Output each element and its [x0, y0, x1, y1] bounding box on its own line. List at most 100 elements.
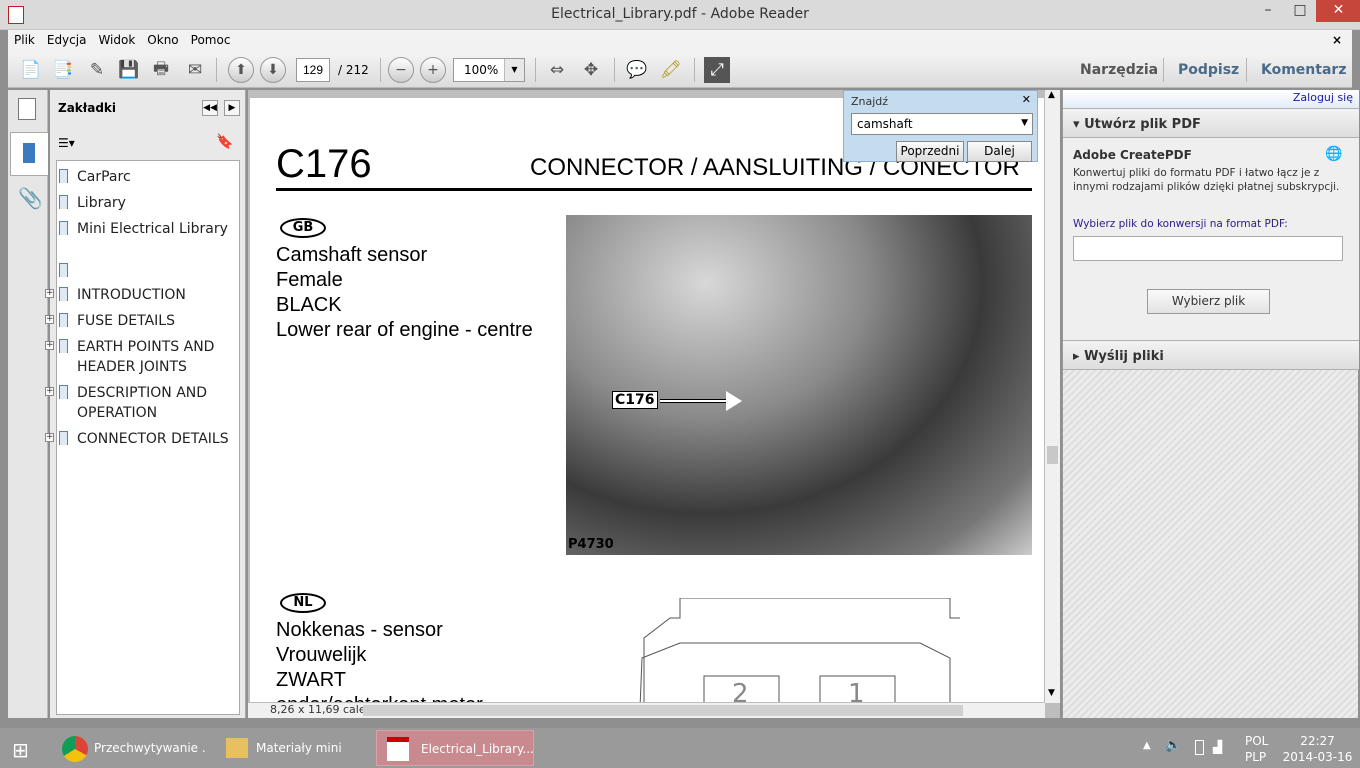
toolbar: 📄 📑 ✎ 💾 🖶 ✉ ⬆ ⬇ / 212 − + 100%▼ ⇔ ✥ 💬 🖍 …	[8, 52, 1352, 88]
bookmark-item[interactable]: + CONNECTOR DETAILS	[45, 429, 237, 449]
expand-icon[interactable]: +	[45, 341, 54, 350]
fit-width-icon[interactable]: ✥	[578, 57, 604, 83]
open-icon[interactable]: 📄	[18, 57, 44, 83]
chevron-down-icon[interactable]: ▼	[1021, 118, 1028, 128]
bookmark-item[interactable]: + EARTH POINTS AND HEADER JOINTS	[45, 337, 237, 377]
find-close-icon[interactable]: ✕	[1022, 93, 1031, 106]
print-icon[interactable]: 🖶	[148, 57, 174, 83]
sign-link[interactable]: Podpisz	[1178, 62, 1239, 78]
hide-panel-icon[interactable]: ▶	[224, 100, 240, 116]
scroll-thumb[interactable]	[1047, 446, 1058, 464]
page-size: 8,26 x 11,69 cale	[270, 703, 366, 716]
page-number-input[interactable]	[296, 58, 330, 82]
menu-okno[interactable]: Okno	[141, 30, 184, 50]
bookmark-item[interactable]: CarParc	[59, 167, 237, 187]
login-link[interactable]: Zaloguj się	[1063, 90, 1359, 110]
clock[interactable]: 22:27 2014-03-16	[1280, 733, 1355, 765]
attachments-icon[interactable]: 📎	[18, 186, 43, 210]
bookmark-item[interactable]: + INTRODUCTION	[45, 285, 237, 305]
choose-label: Wybierz plik do konwersji na format PDF:	[1073, 218, 1288, 230]
bookmarks-tree: CarParc Library Mini Electrical Library …	[45, 160, 240, 715]
send-files-header[interactable]: ▸ Wyślij pliki	[1063, 340, 1359, 370]
close-button[interactable]: ✕	[1316, 0, 1360, 22]
save-icon[interactable]: 💾	[116, 57, 142, 83]
fit-page-icon[interactable]: ⇔	[544, 57, 570, 83]
create-pdf-header[interactable]: ▾ Utwórz plik PDF	[1063, 108, 1359, 138]
menu-widok[interactable]: Widok	[92, 30, 141, 50]
previous-page-icon[interactable]: ⬆	[228, 57, 254, 83]
choose-file-button[interactable]: Wybierz plik	[1147, 289, 1270, 314]
show-hidden-icons[interactable]: ▲	[1143, 740, 1151, 751]
page-total: / 212	[338, 63, 369, 77]
minimize-button[interactable]: –	[1252, 0, 1284, 22]
bookmark-icon	[59, 195, 68, 209]
create-pdf-icon[interactable]: 📑	[50, 57, 76, 83]
find-previous-button[interactable]: Poprzedni	[896, 141, 964, 162]
edit-icon[interactable]: ✎	[84, 57, 110, 83]
volume-icon[interactable]: 🔈	[1165, 738, 1181, 753]
taskbar-adobe-reader[interactable]: Electrical_Library....	[376, 730, 534, 766]
zoom-select[interactable]: 100% ▼	[453, 58, 525, 82]
network-icon[interactable]: ▟	[1213, 740, 1222, 754]
highlight-text-icon[interactable]: 🖍	[658, 57, 684, 83]
expand-icon[interactable]: +	[45, 289, 54, 298]
chevron-down-icon[interactable]: ▼	[504, 59, 524, 81]
photo-reference: P4730	[568, 537, 614, 552]
scroll-down-icon[interactable]: ▼	[1048, 688, 1055, 698]
options-menu-icon[interactable]: ☰▾	[58, 136, 75, 150]
bookmark-icon	[59, 339, 68, 353]
file-input[interactable]	[1073, 236, 1343, 261]
menu-plik[interactable]: Plik	[8, 30, 41, 50]
taskbar-chrome[interactable]: Przechwytywanie ...	[56, 730, 206, 766]
fullscreen-icon[interactable]: ⤢	[704, 57, 730, 83]
pdf-page: C176 CONNECTOR / AANSLUITING / CONECTOR …	[250, 98, 1044, 702]
status-bar: 8,26 x 11,69 cale	[248, 703, 1045, 718]
tools-link[interactable]: Narzędzia	[1080, 62, 1158, 78]
service-name: Adobe CreatePDF	[1073, 148, 1192, 162]
battery-icon[interactable]	[1195, 740, 1204, 755]
find-next-button[interactable]: Dalej	[967, 141, 1032, 162]
photo-callout: C176	[612, 391, 658, 409]
document-area: C176 CONNECTOR / AANSLUITING / CONECTOR …	[248, 90, 1060, 718]
comment-link[interactable]: Komentarz	[1261, 62, 1346, 78]
menu-pomoc[interactable]: Pomoc	[185, 30, 237, 50]
chrome-icon	[62, 736, 88, 762]
heading-rule	[276, 188, 1032, 191]
expand-icon[interactable]: +	[45, 315, 54, 324]
comment-icon[interactable]: 💬	[624, 57, 650, 83]
start-windows-icon[interactable]: ⊞	[12, 738, 29, 762]
email-icon[interactable]: ✉	[182, 57, 208, 83]
bookmark-icon	[59, 287, 68, 301]
vertical-scrollbar[interactable]: ▲ ▼	[1045, 90, 1060, 703]
horizontal-scrollbar[interactable]	[363, 705, 963, 716]
zoom-value: 100%	[464, 63, 499, 77]
next-page-icon[interactable]: ⬇	[260, 57, 286, 83]
expand-icon[interactable]: +	[45, 433, 54, 442]
bookmarks-panel: Zakładki ◀◀ ▶ ☰▾ 🔖 CarParc Library Mini …	[45, 90, 246, 718]
expand-icon[interactable]: +	[45, 387, 54, 396]
scroll-up-icon[interactable]: ▲	[1048, 90, 1055, 100]
zoom-in-icon[interactable]: +	[420, 57, 446, 83]
menu-edycja[interactable]: Edycja	[41, 30, 93, 50]
bookmarks-tab[interactable]	[10, 132, 48, 176]
bookmark-item[interactable]: Mini Electrical Library	[59, 219, 237, 239]
pdf-icon	[387, 737, 409, 761]
bookmark-item[interactable]: + FUSE DETAILS	[45, 311, 237, 331]
nl-badge: NL	[280, 593, 326, 613]
bookmark-item[interactable]: Library	[59, 193, 237, 213]
maximize-button[interactable]: □	[1284, 0, 1316, 22]
language-indicator[interactable]: POL PLP	[1245, 733, 1268, 765]
gb-text: Camshaft sensor Female BLACK Lower rear of …	[276, 244, 533, 341]
pages-icon[interactable]	[18, 98, 36, 120]
collapse-panel-icon[interactable]: ◀◀	[202, 100, 218, 116]
find-input[interactable]: camshaft ▼	[851, 113, 1033, 135]
taskbar-folder[interactable]: Materiały mini	[218, 730, 368, 766]
new-bookmark-icon[interactable]: 🔖	[216, 134, 233, 150]
arrow-head-icon	[726, 391, 742, 411]
close-document-button[interactable]: ×	[1326, 30, 1348, 50]
connector-code: C176	[276, 142, 372, 186]
bookmark-item[interactable]: + DESCRIPTION AND OPERATION	[45, 383, 237, 423]
bookmarks-title: Zakładki	[58, 101, 117, 115]
window-title: Electrical_Library.pdf - Adobe Reader	[551, 6, 809, 22]
zoom-out-icon[interactable]: −	[388, 57, 414, 83]
